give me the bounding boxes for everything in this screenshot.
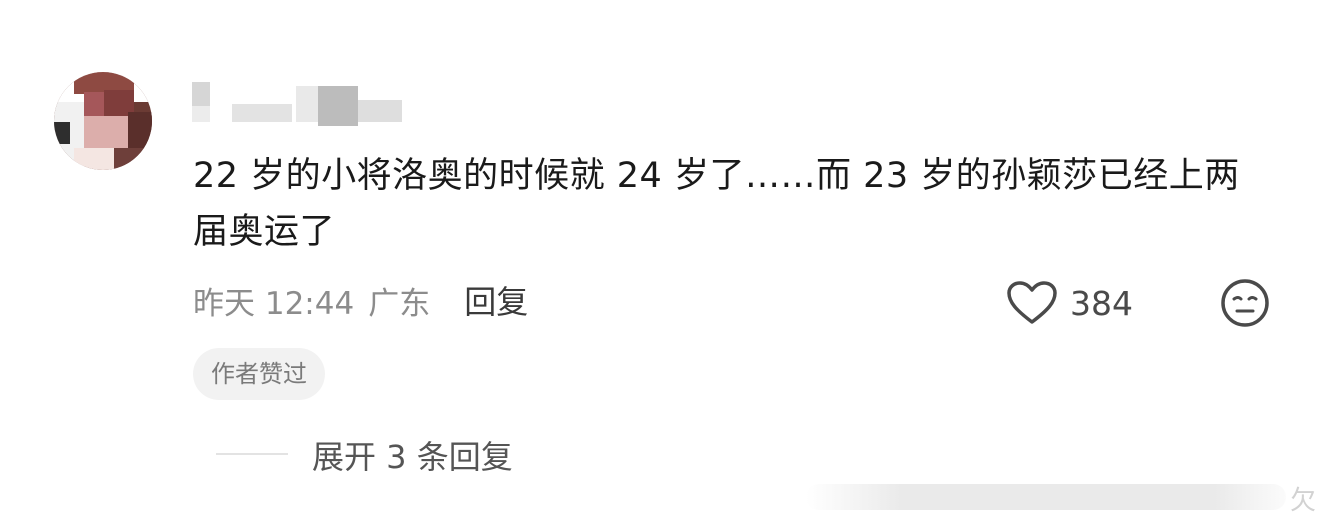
like-button[interactable]: 384 — [1006, 280, 1133, 326]
like-count: 384 — [1070, 283, 1133, 323]
expand-replies-button[interactable]: 展开 3 条回复 — [312, 432, 513, 478]
heart-icon — [1006, 280, 1058, 326]
meh-face-icon — [1220, 279, 1270, 332]
comment-time: 昨天 12:44 — [193, 285, 355, 322]
comment-location: 广东 — [368, 285, 431, 322]
username-obscured[interactable] — [192, 82, 404, 128]
dislike-button[interactable] — [1220, 278, 1270, 328]
comment-item: 22 岁的小将洛奥的时候就 24 岁了……而 23 岁的孙颖莎已经上两届奥运了 … — [0, 0, 1320, 527]
watermark — [806, 484, 1286, 510]
watermark-glyph: 欠 — [1290, 486, 1317, 516]
avatar[interactable] — [54, 72, 152, 170]
comment-text: 22 岁的小将洛奥的时候就 24 岁了……而 23 岁的孙颖莎已经上两届奥运了 — [193, 156, 1240, 252]
divider — [216, 453, 288, 455]
reply-button[interactable]: 回复 — [464, 277, 528, 323]
author-liked-badge: 作者赞过 — [193, 348, 325, 400]
comment-meta: 昨天 12:44 广东 回复 — [193, 278, 528, 322]
